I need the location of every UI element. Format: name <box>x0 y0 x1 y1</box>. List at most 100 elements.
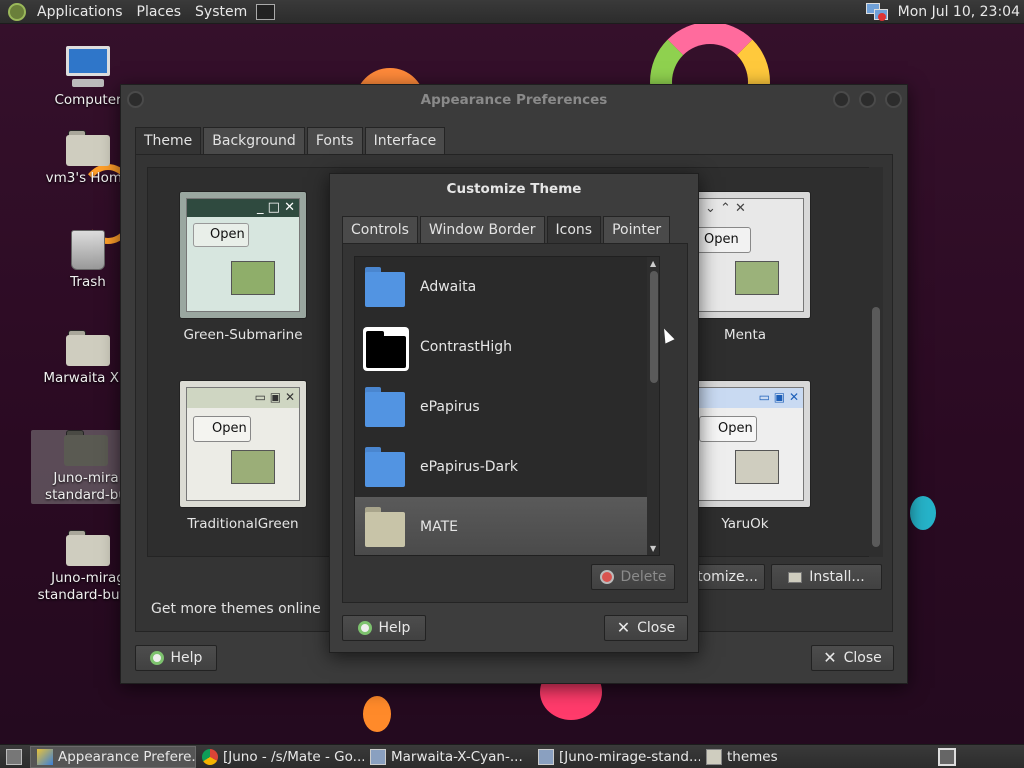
close-icon: ✕ <box>616 618 631 637</box>
thumb-window-controls-icon: _ □ ✕ <box>257 200 295 215</box>
wallpaper-blob <box>363 696 391 732</box>
icon-theme-list[interactable]: Adwaita ContrastHigh ePapirus ePapirus-D… <box>354 256 660 556</box>
taskbar-item-label: [Juno-mirage-stand... <box>559 748 700 765</box>
minimize-button[interactable] <box>833 91 850 108</box>
icon-theme-name: ePapirus <box>420 399 480 415</box>
dialog-help-label: Help <box>378 620 411 636</box>
chrome-icon <box>202 748 218 765</box>
dialog-title: Customize Theme <box>446 181 582 197</box>
bottom-panel: Appearance Prefere... [Juno - /s/Mate - … <box>0 744 1024 768</box>
theme-thumb-yaruok[interactable]: ▭ ▣ ✕ Open <box>683 380 811 508</box>
install-button[interactable]: Install... <box>771 564 882 590</box>
delete-button-label: Delete <box>620 569 667 585</box>
tab-icons[interactable]: Icons <box>546 216 602 244</box>
terminal-icon[interactable] <box>256 3 276 20</box>
taskbar-item-juno[interactable]: [Juno-mirage-stand... <box>532 746 700 768</box>
appearance-tabs: Theme Background Fonts Interface <box>135 127 447 155</box>
window-title: Appearance Preferences <box>420 92 608 108</box>
mate-logo-icon[interactable] <box>8 2 26 21</box>
thumb-window-controls-icon: ⌄ ⌃ ✕ <box>705 201 746 216</box>
file-manager-icon <box>370 748 386 765</box>
maximize-button[interactable] <box>859 91 876 108</box>
thumb-window-controls-icon: ▭ ▣ ✕ <box>758 390 799 404</box>
help-icon <box>357 621 372 635</box>
folder-icon <box>64 430 108 466</box>
menu-system[interactable]: System <box>188 0 254 24</box>
taskbar-item-themes[interactable]: themes <box>700 746 820 768</box>
clock[interactable]: Mon Jul 10, 23:04 <box>898 4 1020 20</box>
theme-thumb-traditionalgreen[interactable]: ▭ ▣ ✕ Open <box>179 380 307 508</box>
taskbar-item-marwaita[interactable]: Marwaita-X-Cyan-... <box>364 746 532 768</box>
theme-thumb-menta[interactable]: ⌄ ⌃ ✕ Open <box>683 191 811 319</box>
appearance-icon <box>37 748 53 765</box>
help-button[interactable]: Help <box>135 645 217 671</box>
icon-theme-folder-icon <box>363 327 409 371</box>
icon-theme-name: MATE <box>420 519 458 535</box>
taskbar-item-browser[interactable]: [Juno - /s/Mate - Go... <box>196 746 364 768</box>
icon-theme-name: Adwaita <box>420 279 477 295</box>
delete-button[interactable]: Delete <box>591 564 675 590</box>
tab-fonts[interactable]: Fonts <box>306 127 363 155</box>
icon-list-scrollbar[interactable]: ▲ ▼ <box>647 257 659 555</box>
computer-icon <box>64 46 112 90</box>
theme-name: TraditionalGreen <box>187 516 299 532</box>
show-desktop-button[interactable] <box>0 746 30 768</box>
taskbar-item-label: Appearance Prefere... <box>58 748 196 765</box>
folder-icon <box>66 530 110 566</box>
icon-theme-name: ePapirus-Dark <box>420 459 518 475</box>
folder-icon <box>735 261 779 295</box>
theme-thumb-green-submarine[interactable]: _ □ ✕ Open <box>179 191 307 319</box>
folder-icon <box>231 261 275 295</box>
thumb-open-button: Open <box>699 416 757 442</box>
home-folder-icon <box>66 130 110 166</box>
taskbar-item-label: Marwaita-X-Cyan-... <box>391 748 523 765</box>
icon-theme-folder-icon <box>365 507 405 547</box>
icon-theme-folder-icon <box>365 447 405 487</box>
tab-controls[interactable]: Controls <box>342 216 418 244</box>
help-icon <box>149 651 164 665</box>
window-menu-button[interactable] <box>127 91 144 108</box>
tab-background[interactable]: Background <box>203 127 305 155</box>
help-button-label: Help <box>170 650 203 666</box>
network-icon[interactable] <box>865 3 888 21</box>
trash-icon <box>71 230 105 270</box>
thumb-open-button: Open <box>193 223 249 247</box>
tab-window-border[interactable]: Window Border <box>419 216 545 244</box>
thumb-open-button: Open <box>691 227 751 253</box>
tab-interface[interactable]: Interface <box>364 127 446 155</box>
dialog-help-button[interactable]: Help <box>342 615 426 641</box>
dialog-close-button[interactable]: ✕ Close <box>604 615 688 641</box>
close-window-button[interactable] <box>885 91 902 108</box>
folder-icon <box>231 450 275 484</box>
file-manager-icon <box>538 748 554 765</box>
install-button-label: Install... <box>809 569 865 585</box>
list-item[interactable]: ContrastHigh <box>355 317 659 377</box>
top-panel: Applications Places System Mon Jul 10, 2… <box>0 0 1024 24</box>
theme-scrollbar[interactable] <box>869 167 883 557</box>
tab-theme[interactable]: Theme <box>135 127 202 155</box>
thumb-open-button: Open <box>193 416 251 442</box>
tab-pointer[interactable]: Pointer <box>603 216 671 244</box>
list-item[interactable]: ePapirus-Dark <box>355 437 659 497</box>
customize-tabs: Controls Window Border Icons Pointer <box>342 216 672 244</box>
close-button[interactable]: ✕ Close <box>811 645 894 671</box>
taskbar-item-appearance[interactable]: Appearance Prefere... <box>30 745 196 768</box>
close-icon: ✕ <box>823 648 837 667</box>
get-more-themes-link[interactable]: Get more themes online <box>151 601 321 617</box>
list-item[interactable]: ePapirus <box>355 377 659 437</box>
taskbar-item-label: [Juno - /s/Mate - Go... <box>223 748 364 765</box>
icon-theme-folder-icon <box>365 267 405 307</box>
list-item-selected[interactable]: MATE <box>355 497 659 555</box>
workspace-switcher[interactable] <box>938 748 956 766</box>
icon-theme-folder-icon <box>365 387 405 427</box>
list-item[interactable]: Adwaita <box>355 257 659 317</box>
taskbar-item-label: themes <box>727 748 778 765</box>
menu-places[interactable]: Places <box>130 0 189 24</box>
theme-name: Green-Submarine <box>183 327 303 343</box>
folder-icon <box>66 330 110 366</box>
wallpaper-blob <box>910 496 936 530</box>
thumb-window-controls-icon: ▭ ▣ ✕ <box>254 390 295 404</box>
dialog-close-label: Close <box>637 620 676 636</box>
folder-icon <box>706 748 722 765</box>
menu-applications[interactable]: Applications <box>30 0 130 24</box>
